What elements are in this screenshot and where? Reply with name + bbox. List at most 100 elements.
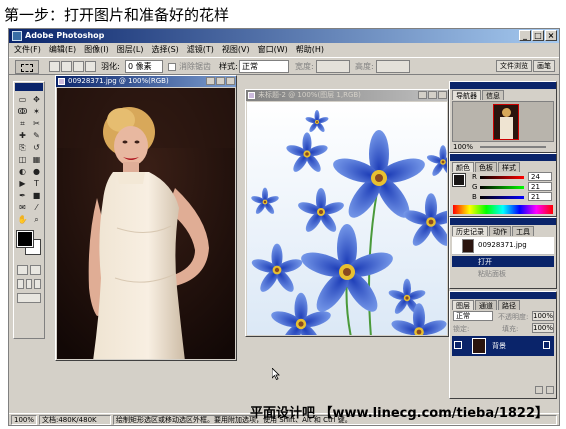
flower-pattern-canvas[interactable] bbox=[247, 102, 447, 335]
screen-mode-standard-icon[interactable] bbox=[17, 279, 24, 289]
jump-to-imageready-icon[interactable] bbox=[17, 293, 41, 303]
document-window-photo[interactable]: 00928371.jpg @ 100%(RGB) bbox=[55, 75, 237, 361]
intersect-selection-icon[interactable] bbox=[85, 61, 96, 72]
g-slider[interactable] bbox=[480, 186, 524, 189]
opacity-input[interactable]: 100% bbox=[532, 311, 554, 321]
gradient-icon[interactable]: ▦ bbox=[30, 154, 43, 165]
hand-icon[interactable]: ✋ bbox=[16, 214, 29, 225]
panel-header[interactable] bbox=[450, 82, 556, 89]
menu-help[interactable]: 帮助(H) bbox=[295, 43, 325, 56]
feather-input[interactable]: 0 像素 bbox=[125, 60, 163, 73]
antialias-checkbox[interactable] bbox=[168, 63, 176, 71]
maximize-button[interactable]: □ bbox=[532, 30, 544, 41]
width-input[interactable] bbox=[316, 60, 350, 73]
menu-image[interactable]: 图像(I) bbox=[83, 43, 110, 56]
status-doc-info[interactable]: 文档:480K/480K bbox=[39, 415, 111, 425]
new-layer-icon[interactable] bbox=[535, 386, 543, 394]
menu-layer[interactable]: 图层(L) bbox=[116, 43, 145, 56]
fill-input[interactable]: 100% bbox=[532, 323, 554, 333]
menu-window[interactable]: 窗口(W) bbox=[257, 43, 289, 56]
add-selection-icon[interactable] bbox=[61, 61, 72, 72]
tab-layers[interactable]: 图层 bbox=[452, 300, 474, 310]
pen-icon[interactable]: ✒ bbox=[16, 190, 29, 201]
move-icon[interactable]: ✥ bbox=[30, 94, 43, 105]
r-slider[interactable] bbox=[480, 176, 524, 179]
lasso-icon[interactable]: ↂ bbox=[16, 106, 29, 117]
quickmask-mode-icon[interactable] bbox=[30, 265, 41, 275]
history-item-open[interactable]: 打开 bbox=[452, 256, 554, 267]
doc-close-button[interactable] bbox=[438, 91, 447, 99]
navigator-preview[interactable] bbox=[452, 101, 554, 142]
menu-file[interactable]: 文件(F) bbox=[13, 43, 42, 56]
color-fg-swatch[interactable] bbox=[452, 173, 466, 187]
blur-icon[interactable]: ◐ bbox=[16, 166, 29, 177]
panel-header[interactable] bbox=[450, 292, 556, 299]
new-selection-icon[interactable] bbox=[49, 61, 60, 72]
dodge-icon[interactable]: ● bbox=[30, 166, 43, 177]
status-zoom[interactable]: 100% bbox=[11, 415, 37, 425]
document-window-flowers[interactable]: 未标题-2 @ 100%(图层 1,RGB) bbox=[245, 89, 449, 337]
navigator-zoom[interactable]: 100% bbox=[453, 143, 473, 152]
g-input[interactable]: 21 bbox=[528, 182, 552, 191]
b-slider[interactable] bbox=[480, 196, 524, 199]
marquee-icon[interactable]: ▭ bbox=[16, 94, 29, 105]
tab-history[interactable]: 历史记录 bbox=[452, 226, 488, 236]
screen-mode-full-menu-icon[interactable] bbox=[25, 279, 33, 289]
brush-icon[interactable]: ✎ bbox=[30, 130, 43, 141]
panel-header[interactable] bbox=[450, 218, 556, 225]
navigator-zoom-slider[interactable] bbox=[480, 146, 546, 148]
doc-close-button[interactable] bbox=[226, 77, 235, 85]
height-input[interactable] bbox=[376, 60, 410, 73]
tab-color[interactable]: 颜色 bbox=[452, 162, 474, 172]
doc-minimize-button[interactable] bbox=[418, 91, 427, 99]
history-item-paste[interactable]: 粘贴面板 bbox=[452, 268, 554, 279]
slice-icon[interactable]: ✂ bbox=[30, 118, 43, 129]
document-titlebar[interactable]: 未标题-2 @ 100%(图层 1,RGB) bbox=[246, 90, 448, 101]
doc-maximize-button[interactable] bbox=[216, 77, 225, 85]
eraser-icon[interactable]: ◫ bbox=[16, 154, 29, 165]
doc-maximize-button[interactable] bbox=[428, 91, 437, 99]
tab-brushes[interactable]: 画笔 bbox=[533, 60, 555, 72]
magic-wand-icon[interactable]: ✶ bbox=[30, 106, 43, 117]
foreground-color-swatch[interactable] bbox=[16, 230, 34, 248]
tab-channels[interactable]: 通道 bbox=[475, 300, 497, 310]
history-snapshot-row[interactable]: 00928371.jpg bbox=[452, 237, 554, 255]
tab-actions[interactable]: 动作 bbox=[489, 226, 511, 236]
layer-row-background[interactable]: 背景 bbox=[452, 336, 554, 356]
tab-file-browser[interactable]: 文件浏览 bbox=[496, 60, 532, 72]
eye-icon[interactable] bbox=[454, 341, 462, 349]
zoom-icon[interactable]: ⌕ bbox=[30, 214, 43, 225]
menu-select[interactable]: 选择(S) bbox=[150, 43, 179, 56]
clone-icon[interactable]: ⎘ bbox=[16, 142, 29, 153]
blend-mode-select[interactable]: 正常 bbox=[453, 311, 493, 321]
tab-swatches[interactable]: 色板 bbox=[475, 162, 497, 172]
tool-preset-picker[interactable] bbox=[15, 60, 39, 74]
shape-icon[interactable]: ■ bbox=[30, 190, 43, 201]
navigator-view-box[interactable] bbox=[493, 104, 519, 140]
history-brush-icon[interactable]: ↺ bbox=[30, 142, 43, 153]
subtract-selection-icon[interactable] bbox=[73, 61, 84, 72]
type-icon[interactable]: T bbox=[30, 178, 43, 189]
notes-icon[interactable]: ✉ bbox=[16, 202, 29, 213]
trash-icon[interactable] bbox=[546, 386, 554, 394]
doc-minimize-button[interactable] bbox=[206, 77, 215, 85]
eyedropper-icon[interactable]: ⁄ bbox=[30, 202, 43, 213]
toolbox-header[interactable] bbox=[15, 83, 43, 91]
tab-styles[interactable]: 样式 bbox=[498, 162, 520, 172]
panel-header[interactable] bbox=[450, 154, 556, 161]
menu-edit[interactable]: 编辑(E) bbox=[48, 43, 77, 56]
menu-filter[interactable]: 滤镜(T) bbox=[186, 43, 215, 56]
menu-view[interactable]: 视图(V) bbox=[221, 43, 251, 56]
tab-navigator[interactable]: 导航器 bbox=[452, 90, 481, 100]
minimize-button[interactable]: _ bbox=[519, 30, 531, 41]
portrait-photo-canvas[interactable] bbox=[57, 88, 235, 359]
tab-tools[interactable]: 工具 bbox=[512, 226, 534, 236]
standard-mode-icon[interactable] bbox=[17, 265, 28, 275]
heal-icon[interactable]: ✚ bbox=[16, 130, 29, 141]
r-input[interactable]: 24 bbox=[528, 172, 552, 181]
crop-icon[interactable]: ⌗ bbox=[16, 118, 29, 129]
document-titlebar[interactable]: 00928371.jpg @ 100%(RGB) bbox=[56, 76, 236, 87]
style-select[interactable]: 正常 bbox=[239, 60, 289, 73]
color-spectrum-ramp[interactable] bbox=[453, 205, 553, 214]
close-button[interactable]: × bbox=[545, 30, 557, 41]
